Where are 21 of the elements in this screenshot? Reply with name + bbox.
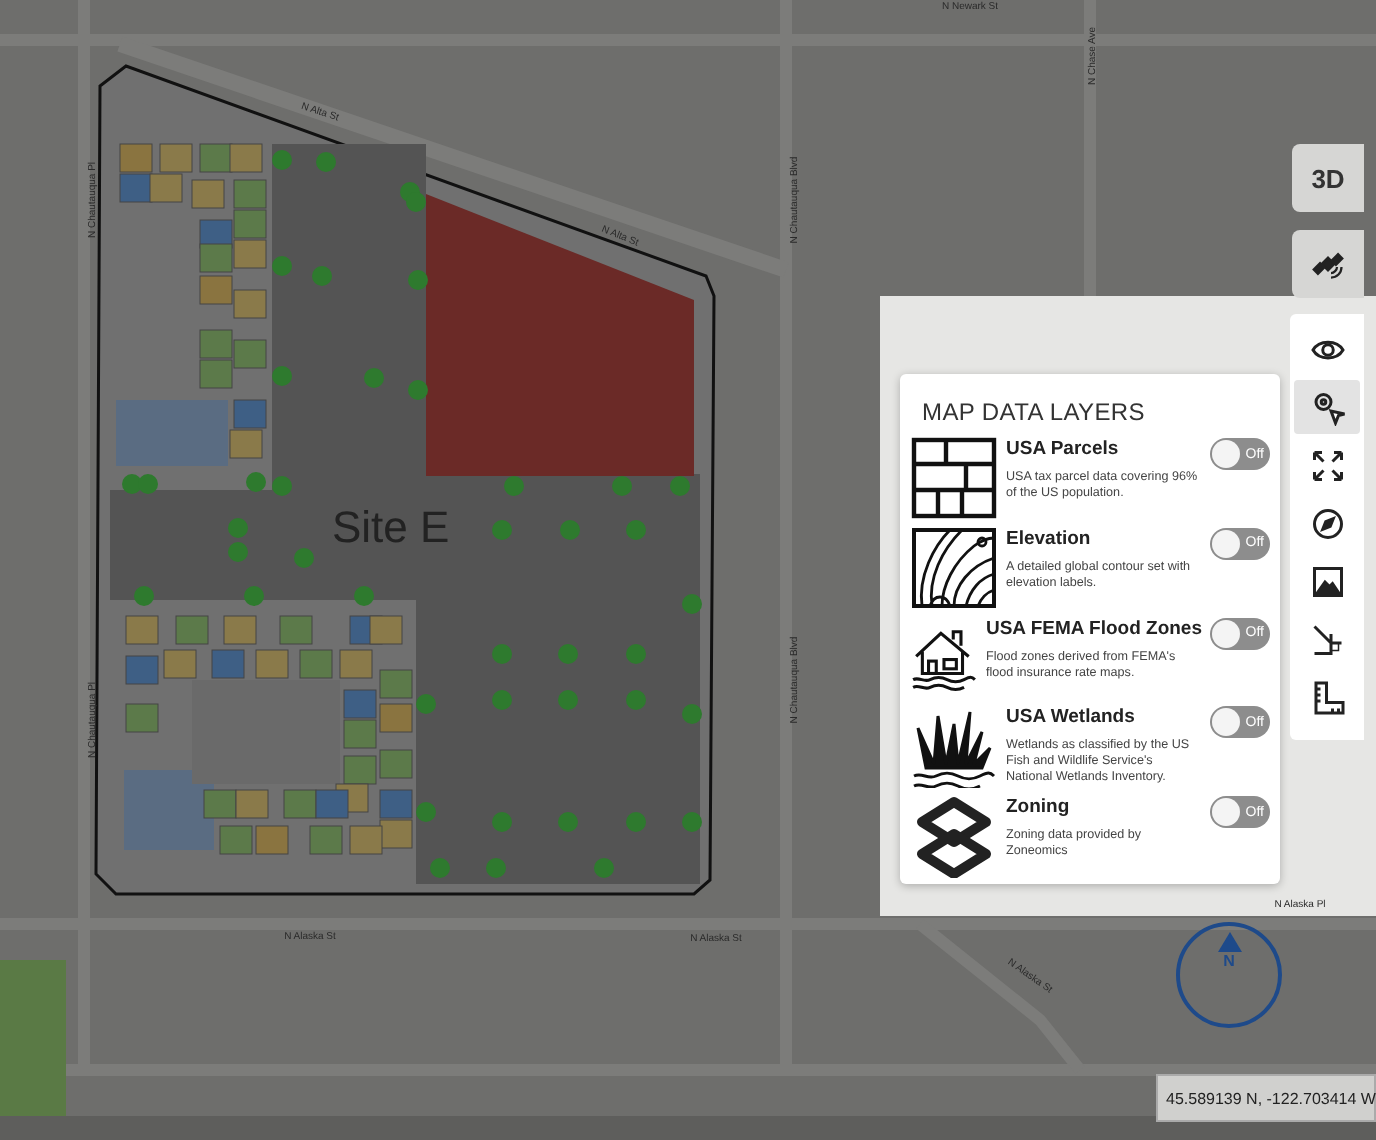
coordinates-readout: 45.589139 N, -122.703414 W [1156,1074,1376,1122]
satellite-view-button[interactable] [1292,230,1364,298]
compass-rose[interactable]: N [1176,922,1282,1028]
3d-view-button[interactable]: 3D [1292,144,1364,212]
map-tool-button[interactable] [1294,380,1360,434]
layer-name: USA Parcels [1006,438,1121,460]
compass-icon [1309,505,1345,541]
expand-icon [1309,447,1345,483]
panel-title: MAP DATA LAYERS [922,398,1147,426]
ruler-icon [1309,679,1345,715]
map-pin-pointer-icon [1309,389,1345,425]
image-icon [1309,563,1345,599]
layer-name: Elevation [1006,527,1093,550]
north-arrow-icon [1217,932,1241,952]
area-measure-icon [1309,621,1345,657]
contour-lines-icon [910,525,998,610]
parcels-grid-icon [910,436,998,520]
layer-name: Zoning [1006,796,1072,819]
north-label: N [1223,952,1235,970]
layer-name: USA Wetlands [1006,706,1137,729]
layer-name: USA FEMA Flood Zones [985,617,1202,640]
